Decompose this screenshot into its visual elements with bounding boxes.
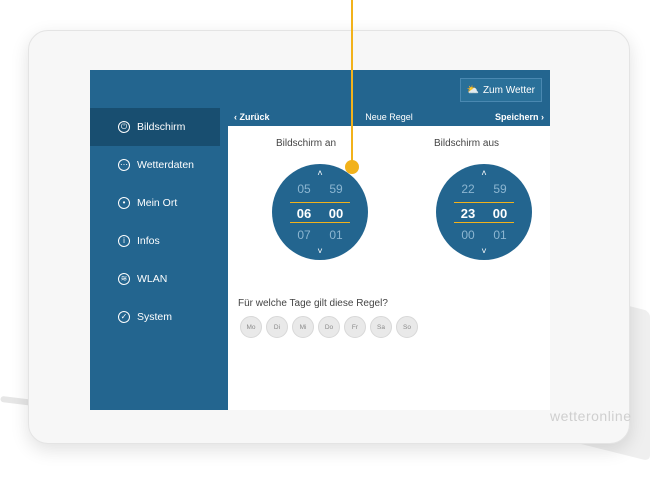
day-toggle-so[interactable]: So [396,316,418,338]
minute-value: 59 [329,182,343,196]
sidebar-item-wlan[interactable]: ≋ WLAN [90,260,220,298]
hour-value: 00 [461,228,475,242]
top-bar: ⛅ Zum Wetter [90,70,550,108]
day-toggle-sa[interactable]: Sa [370,316,392,338]
sidebar-item-label: Bildschirm [137,121,186,133]
save-button[interactable]: Speichern › [495,112,544,122]
save-label: Speichern [494,112,539,122]
screen-on-time-picker[interactable]: ˄ 05 59 06 00 07 01 ˅ [272,164,368,260]
picker-next-row: 00 01 [452,228,516,242]
screen-off-label: Bildschirm aus [434,138,500,149]
weather-button[interactable]: ⛅ Zum Wetter [459,78,542,102]
selection-line-bottom [454,222,514,223]
sidebar-item-label: WLAN [137,273,168,285]
day-toggle-di[interactable]: Di [266,316,288,338]
dots-icon: ⋯ [118,159,130,171]
power-icon: ⏻ [118,121,130,133]
selection-line-top [290,202,350,203]
device-screen: ⛅ Zum Wetter ⏻ Bildschirm ⋯ Wetterdaten … [90,70,550,410]
sidebar-item-wetterdaten[interactable]: ⋯ Wetterdaten [90,146,220,184]
hour-value: 06 [296,206,312,221]
minute-value: 00 [328,206,344,221]
minute-value: 00 [492,206,508,221]
callout-dot [345,160,359,174]
minute-value: 01 [493,228,507,242]
main-content: ‹ Zurück Neue Regel Speichern › Bildschi… [228,108,550,410]
hour-value: 05 [297,182,311,196]
selection-line-top [454,202,514,203]
sidebar-item-label: Mein Ort [137,197,178,209]
screen-off-time-picker[interactable]: ˄ 22 59 23 00 00 01 ˅ [436,164,532,260]
minute-value: 01 [329,228,343,242]
picker-selected-row: 23 00 [452,206,516,221]
sidebar-item-label: Wetterdaten [137,159,195,171]
sidebar: ⏻ Bildschirm ⋯ Wetterdaten • Mein Ort i … [90,108,220,410]
day-selector: Mo Di Mi Do Fr Sa So [240,316,418,338]
chevron-down-icon[interactable]: ˅ [436,246,532,256]
picker-next-row: 07 01 [288,228,352,242]
sidebar-item-label: System [137,311,173,323]
chevron-down-icon[interactable]: ˅ [272,246,368,256]
sun-cloud-icon: ⛅ [466,84,479,96]
weather-button-label: Zum Wetter [482,84,535,96]
day-toggle-mi[interactable]: Mi [292,316,314,338]
picker-prev-row: 22 59 [452,182,516,196]
selection-line-bottom [290,222,350,223]
hour-value: 22 [461,182,475,196]
callout-line [351,0,353,166]
sidebar-item-bildschirm[interactable]: ⏻ Bildschirm [90,108,220,146]
day-toggle-do[interactable]: Do [318,316,340,338]
day-toggle-fr[interactable]: Fr [344,316,366,338]
screen-on-label: Bildschirm an [276,138,337,149]
location-icon: • [118,197,130,209]
days-question: Für welche Tage gilt diese Regel? [238,298,388,309]
info-icon: i [118,235,130,247]
sidebar-item-system[interactable]: ✓ System [90,298,220,336]
brand-logo: wetteronline [550,408,632,424]
sidebar-item-mein-ort[interactable]: • Mein Ort [90,184,220,222]
minute-value: 59 [493,182,507,196]
sidebar-item-infos[interactable]: i Infos [90,222,220,260]
wifi-icon: ≋ [118,273,130,285]
chevron-up-icon[interactable]: ˄ [436,168,532,178]
picker-prev-row: 05 59 [288,182,352,196]
hour-value: 23 [460,206,476,221]
check-icon: ✓ [118,311,130,323]
nav-bar: ‹ Zurück Neue Regel Speichern › [228,108,550,126]
day-toggle-mo[interactable]: Mo [240,316,262,338]
hour-value: 07 [297,228,311,242]
picker-selected-row: 06 00 [288,206,352,221]
sidebar-item-label: Infos [137,235,160,247]
